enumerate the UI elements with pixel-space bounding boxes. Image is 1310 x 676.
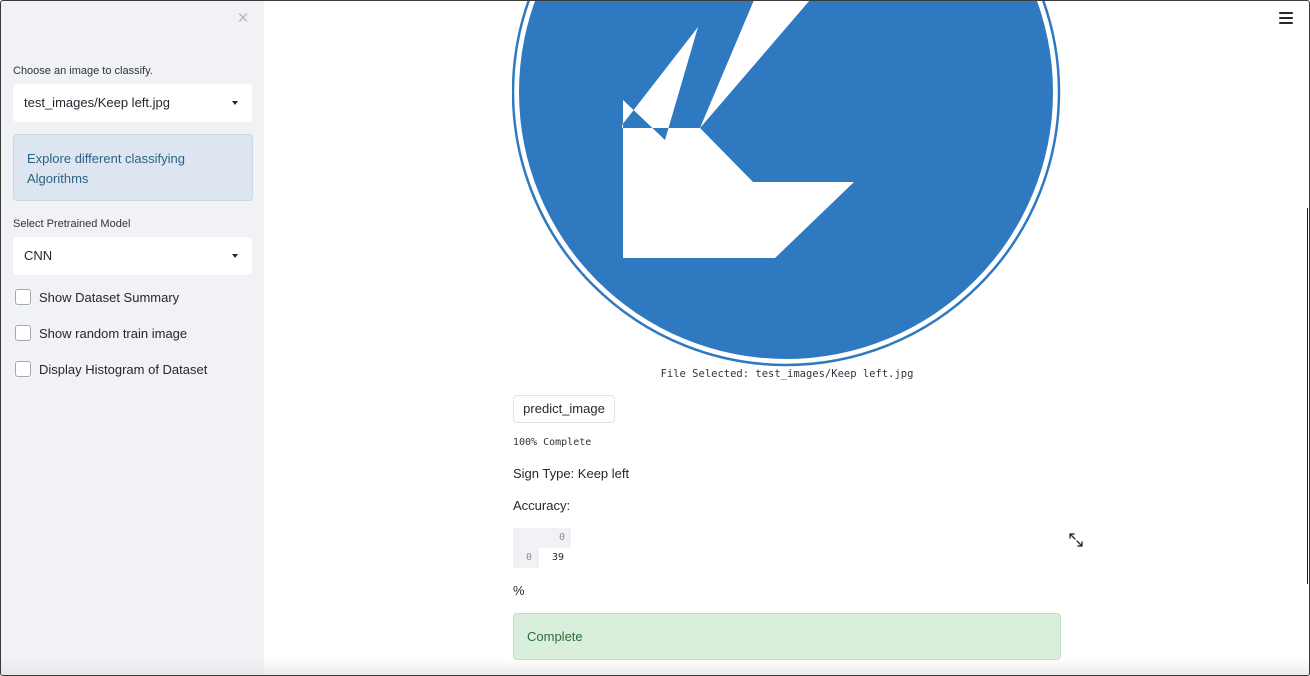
success-text: Complete <box>527 629 583 644</box>
model-select[interactable]: CNN <box>13 237 252 275</box>
checkbox-show-dataset-summary[interactable]: Show Dataset Summary <box>15 288 179 306</box>
model-select-value: CNN <box>24 248 53 263</box>
image-select-value: test_images/Keep left.jpg <box>24 95 170 110</box>
accuracy-label: Accuracy: <box>513 498 571 513</box>
dataframe-column-header: 0 <box>558 532 565 543</box>
menu-bar <box>1279 17 1293 19</box>
image-select-label: Choose an image to classify. <box>13 65 153 77</box>
menu-bar <box>1279 12 1293 14</box>
sign-disc <box>519 0 1053 359</box>
accuracy-dataframe[interactable]: 0 0 39 <box>513 528 571 568</box>
dataframe-cell: 39 <box>551 552 564 563</box>
checkbox-box[interactable] <box>15 325 31 341</box>
bottom-shadow <box>0 658 1310 676</box>
expand-icon[interactable] <box>1069 533 1083 547</box>
sign-type-text: Sign Type: Keep left <box>513 466 630 481</box>
checkbox-label: Show random train image <box>39 325 188 341</box>
keep-left-sign-icon <box>512 0 1061 367</box>
predict-image-button[interactable]: predict_image <box>513 395 615 423</box>
image-caption: File Selected: test_images/Keep left.jpg <box>660 368 914 380</box>
menu-bar <box>1279 22 1293 24</box>
close-sidebar-icon[interactable]: × <box>235 9 251 29</box>
checkbox-display-histogram[interactable]: Display Histogram of Dataset <box>15 360 207 378</box>
checkbox-label: Show Dataset Summary <box>39 289 180 305</box>
checkbox-show-random-train-image[interactable]: Show random train image <box>15 324 187 342</box>
hamburger-menu-icon[interactable] <box>1279 12 1293 26</box>
dataframe-row-index: 0 <box>525 552 532 563</box>
success-alert: Complete <box>513 613 1061 660</box>
chevron-down-icon <box>232 254 238 258</box>
checkbox-box[interactable] <box>15 289 31 305</box>
percent-text: % <box>513 583 525 598</box>
checkbox-label: Display Histogram of Dataset <box>39 361 208 377</box>
progress-text: 100% Complete <box>513 437 592 448</box>
sidebar: × Choose an image to classify. test_imag… <box>1 1 264 675</box>
model-select-label: Select Pretrained Model <box>13 218 131 230</box>
info-box: Explore different classifying Algorithms <box>13 134 253 201</box>
chevron-down-icon <box>232 101 238 105</box>
info-text: Explore different classifying Algorithms <box>27 151 186 186</box>
scrollbar[interactable] <box>1307 208 1308 584</box>
checkbox-box[interactable] <box>15 361 31 377</box>
keep-left-sign-image <box>512 0 1062 368</box>
image-select[interactable]: test_images/Keep left.jpg <box>13 84 252 122</box>
